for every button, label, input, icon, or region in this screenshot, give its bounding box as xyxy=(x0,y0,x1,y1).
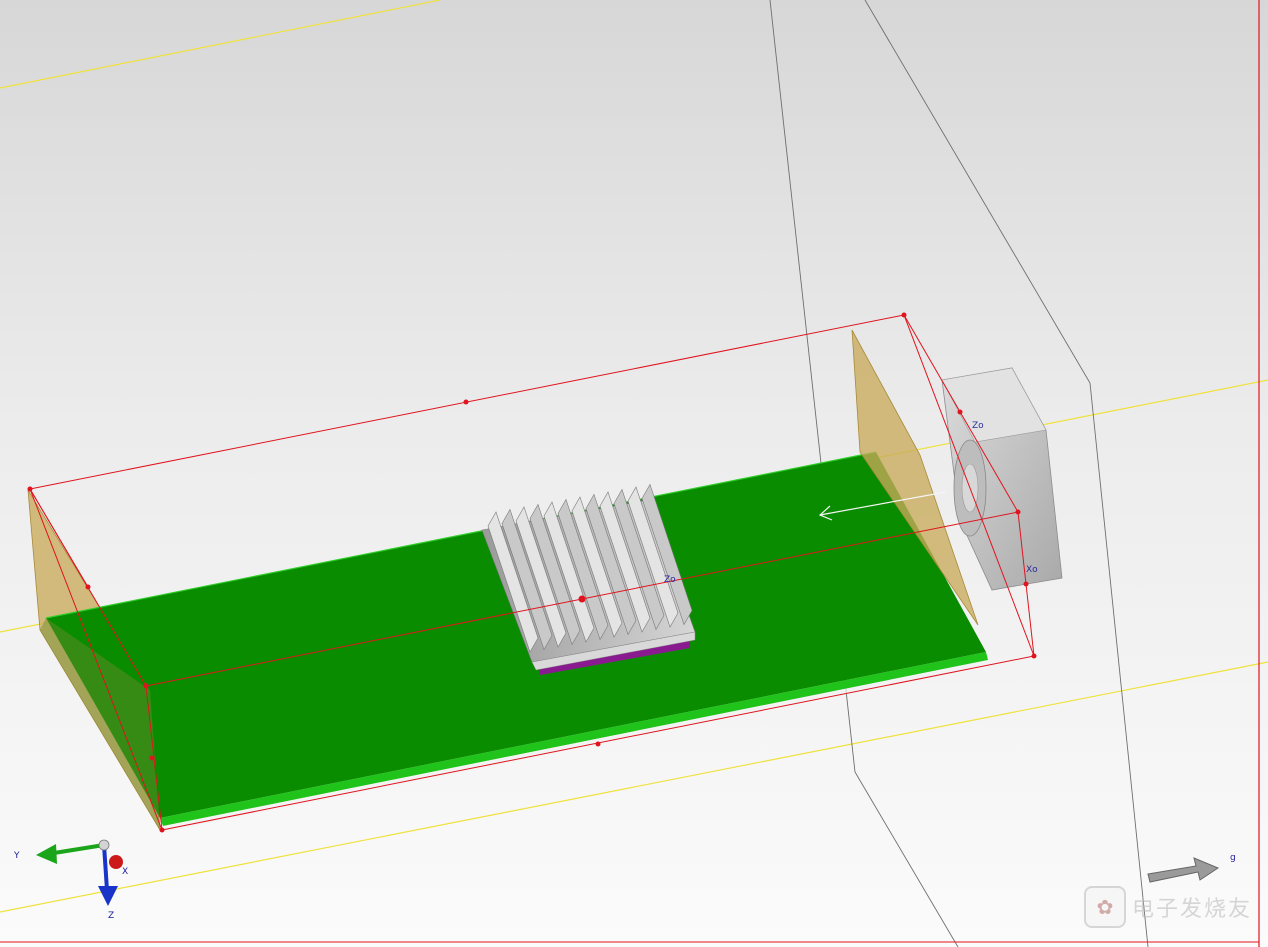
triad-z-label: Z xyxy=(108,911,114,921)
selection-handle[interactable] xyxy=(901,312,907,318)
fan[interactable]: Zo Xo xyxy=(941,367,1063,591)
triad-y-label: Y xyxy=(13,851,20,861)
selection-handle[interactable] xyxy=(143,683,149,689)
selection-handle[interactable] xyxy=(595,741,601,747)
watermark: ✿ 电子发烧友 xyxy=(1084,885,1254,929)
selection-handle[interactable] xyxy=(149,755,155,761)
selection-handle[interactable] xyxy=(85,584,91,590)
logo-icon: ✿ xyxy=(1084,886,1126,928)
model-scene[interactable]: Zo Xo Zo Y Z X g xyxy=(0,0,1268,947)
y-axis-arrow-icon xyxy=(36,844,57,864)
gravity-label: g xyxy=(1230,853,1236,863)
selection-handle[interactable] xyxy=(957,409,963,415)
3d-viewport[interactable]: Zo Xo Zo Y Z X g ✿ 电子发烧友 xyxy=(0,0,1268,947)
fan-side-label: Xo xyxy=(1026,565,1038,575)
watermark-text: 电子发烧友 xyxy=(1132,897,1253,922)
selection-handle[interactable] xyxy=(1031,653,1037,659)
heatsink-label: Zo xyxy=(664,575,676,585)
pcb-board[interactable] xyxy=(45,451,988,832)
selection-handle[interactable] xyxy=(463,399,469,405)
triad-x-label: X xyxy=(122,867,128,877)
selection-handle[interactable] xyxy=(1015,509,1021,515)
selection-handle[interactable] xyxy=(27,486,33,492)
fan-top-label: Zo xyxy=(972,421,984,431)
selection-handle[interactable] xyxy=(578,595,586,603)
coordinate-triad[interactable]: Y Z X xyxy=(13,839,128,921)
selection-handle[interactable] xyxy=(159,827,165,833)
z-axis-arrow-icon xyxy=(98,886,118,906)
gravity-arrow-icon[interactable]: g xyxy=(1147,853,1236,883)
selection-handle[interactable] xyxy=(1023,581,1029,587)
x-axis-marker-icon xyxy=(109,855,123,869)
